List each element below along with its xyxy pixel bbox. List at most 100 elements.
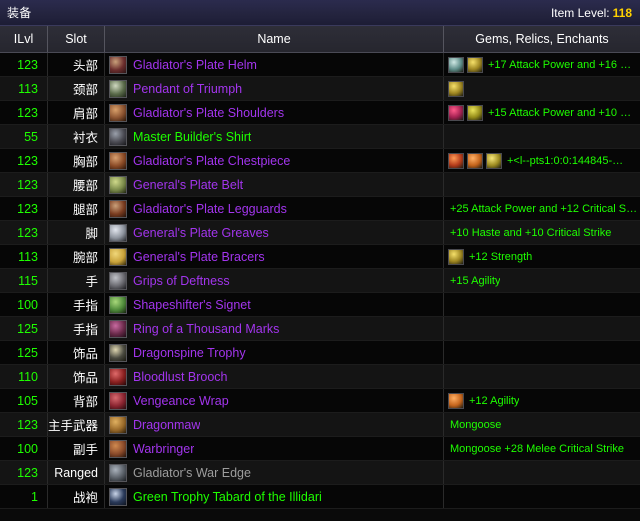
cell-item-name[interactable]: Master Builder's Shirt [105,125,444,148]
cell-item-level: 123 [0,221,48,244]
item-name-link[interactable]: Dragonmaw [133,418,200,432]
item-name-link[interactable]: Dragonspine Trophy [133,346,246,360]
item-name-link[interactable]: General's Plate Bracers [133,250,265,264]
gem-red-icon[interactable] [448,104,464,121]
table-row[interactable]: 113 腕部 General's Plate Bracers +12 Strength [0,245,640,269]
table-row[interactable]: 123 主手武器 Dragonmaw Mongoose [0,413,640,437]
cell-slot: 胸部 [48,149,105,172]
gloves-icon[interactable] [109,271,127,290]
cell-item-name[interactable]: Gladiator's Plate Shoulders [105,101,444,124]
table-row[interactable]: 123 肩部 Gladiator's Plate Shoulders +15 Atta… [0,101,640,125]
gem-meta-icon[interactable] [448,56,464,73]
axe-icon[interactable] [109,439,127,458]
column-header-gems[interactable]: Gems, Relics, Enchants [444,26,640,52]
chest-icon[interactable] [109,151,127,170]
cell-slot: Ranged [48,461,105,484]
item-name-link[interactable]: Warbringer [133,442,194,456]
cell-item-name[interactable]: Ring of a Thousand Marks [105,317,444,340]
helm-icon[interactable] [109,55,127,74]
column-header-ilvl[interactable]: ILvl [0,26,48,52]
trophy-icon[interactable] [109,343,127,362]
table-row[interactable]: 115 手 Grips of Deftness +15 Agility [0,269,640,293]
table-row[interactable]: 125 饰品 Dragonspine Trophy [0,341,640,365]
cell-item-name[interactable]: General's Plate Greaves [105,221,444,244]
ring-green-icon[interactable] [109,295,127,314]
table-row[interactable]: 123 头部 Gladiator's Plate Helm +17 Attack Po… [0,53,640,77]
gem-yellow-icon[interactable] [486,152,502,169]
cell-item-name[interactable]: Gladiator's Plate Chestpiece [105,149,444,172]
gem-yellow-icon[interactable] [467,56,483,73]
item-name-link[interactable]: Green Trophy Tabard of the Illidari [133,490,322,504]
belt-icon[interactable] [109,175,127,194]
ranged-icon[interactable] [109,463,127,482]
gem-orange-icon[interactable] [467,152,483,169]
cell-item-level: 125 [0,341,48,364]
item-name-link[interactable]: Grips of Deftness [133,274,230,288]
cell-item-name[interactable]: Dragonspine Trophy [105,341,444,364]
table-row[interactable]: 100 副手 Warbringer Mongoose +28 Melee Critic… [0,437,640,461]
table-row[interactable]: 55 衬衣 Master Builder's Shirt [0,125,640,149]
cell-item-name[interactable]: Bloodlust Brooch [105,365,444,388]
item-name-link[interactable]: Master Builder's Shirt [133,130,251,144]
gem-orange-icon[interactable] [448,392,464,409]
item-name-link[interactable]: Shapeshifter's Signet [133,298,251,312]
item-name-link[interactable]: Vengeance Wrap [133,394,229,408]
item-name-link[interactable]: Ring of a Thousand Marks [133,322,279,336]
column-header-slot[interactable]: Slot [48,26,105,52]
cloak-icon[interactable] [109,391,127,410]
table-row[interactable]: 105 背部 Vengeance Wrap +12 Agility [0,389,640,413]
item-name-link[interactable]: Gladiator's Plate Legguards [133,202,287,216]
cell-item-name[interactable]: General's Plate Bracers [105,245,444,268]
enchant-text: Mongoose [450,418,502,431]
table-row[interactable]: 123 腰部 General's Plate Belt [0,173,640,197]
table-row[interactable]: 123 Ranged Gladiator's War Edge [0,461,640,485]
item-name-link[interactable]: Gladiator's Plate Shoulders [133,106,284,120]
cell-item-name[interactable]: Gladiator's War Edge [105,461,444,484]
cell-item-name[interactable]: Pendant of Triumph [105,77,444,100]
gem-orange-red-icon[interactable] [448,152,464,169]
shoulders-icon[interactable] [109,103,127,122]
table-row[interactable]: 123 腿部 Gladiator's Plate Legguards +25 Atta… [0,197,640,221]
ring-purple-icon[interactable] [109,319,127,338]
cell-item-name[interactable]: Grips of Deftness [105,269,444,292]
item-name-link[interactable]: General's Plate Greaves [133,226,269,240]
cell-item-name[interactable]: Shapeshifter's Signet [105,293,444,316]
gem-yellow-icon[interactable] [448,80,464,97]
shirt-icon[interactable] [109,127,127,146]
tabard-icon[interactable] [109,487,127,506]
table-row[interactable]: 110 饰品 Bloodlust Brooch [0,365,640,389]
item-name-link[interactable]: Pendant of Triumph [133,82,242,96]
table-row[interactable]: 125 手指 Ring of a Thousand Marks [0,317,640,341]
cell-item-level: 123 [0,197,48,220]
table-row[interactable]: 123 脚 General's Plate Greaves +10 Haste and… [0,221,640,245]
cell-slot: 腰部 [48,173,105,196]
pendant-icon[interactable] [109,79,127,98]
cell-slot: 饰品 [48,341,105,364]
table-row[interactable]: 123 胸部 Gladiator's Plate Chestpiece +<l--pt… [0,149,640,173]
item-name-link[interactable]: Bloodlust Brooch [133,370,228,384]
boots-icon[interactable] [109,223,127,242]
item-name-link[interactable]: General's Plate Belt [133,178,243,192]
bracers-icon[interactable] [109,247,127,266]
gem-yellow-icon[interactable] [448,248,464,265]
cell-item-name[interactable]: General's Plate Belt [105,173,444,196]
brooch-icon[interactable] [109,367,127,386]
table-row[interactable]: 1 战袍 Green Trophy Tabard of the Illidari [0,485,640,509]
cell-item-name[interactable]: Warbringer [105,437,444,460]
legs-icon[interactable] [109,199,127,218]
enchant-text: +15 Attack Power and +10 … [488,106,632,119]
column-header-name[interactable]: Name [105,26,444,52]
gem-yellow-icon[interactable] [467,104,483,121]
cell-item-name[interactable]: Gladiator's Plate Helm [105,53,444,76]
cell-item-name[interactable]: Dragonmaw [105,413,444,436]
table-row[interactable]: 113 颈部 Pendant of Triumph [0,77,640,101]
cell-item-name[interactable]: Vengeance Wrap [105,389,444,412]
item-name-link[interactable]: Gladiator's War Edge [133,466,251,480]
cell-item-name[interactable]: Green Trophy Tabard of the Illidari [105,485,444,508]
table-row[interactable]: 100 手指 Shapeshifter's Signet [0,293,640,317]
item-name-link[interactable]: Gladiator's Plate Chestpiece [133,154,290,168]
enchant-text: Mongoose +28 Melee Critical Strike [450,442,624,455]
cell-item-name[interactable]: Gladiator's Plate Legguards [105,197,444,220]
item-name-link[interactable]: Gladiator's Plate Helm [133,58,257,72]
mace-icon[interactable] [109,415,127,434]
